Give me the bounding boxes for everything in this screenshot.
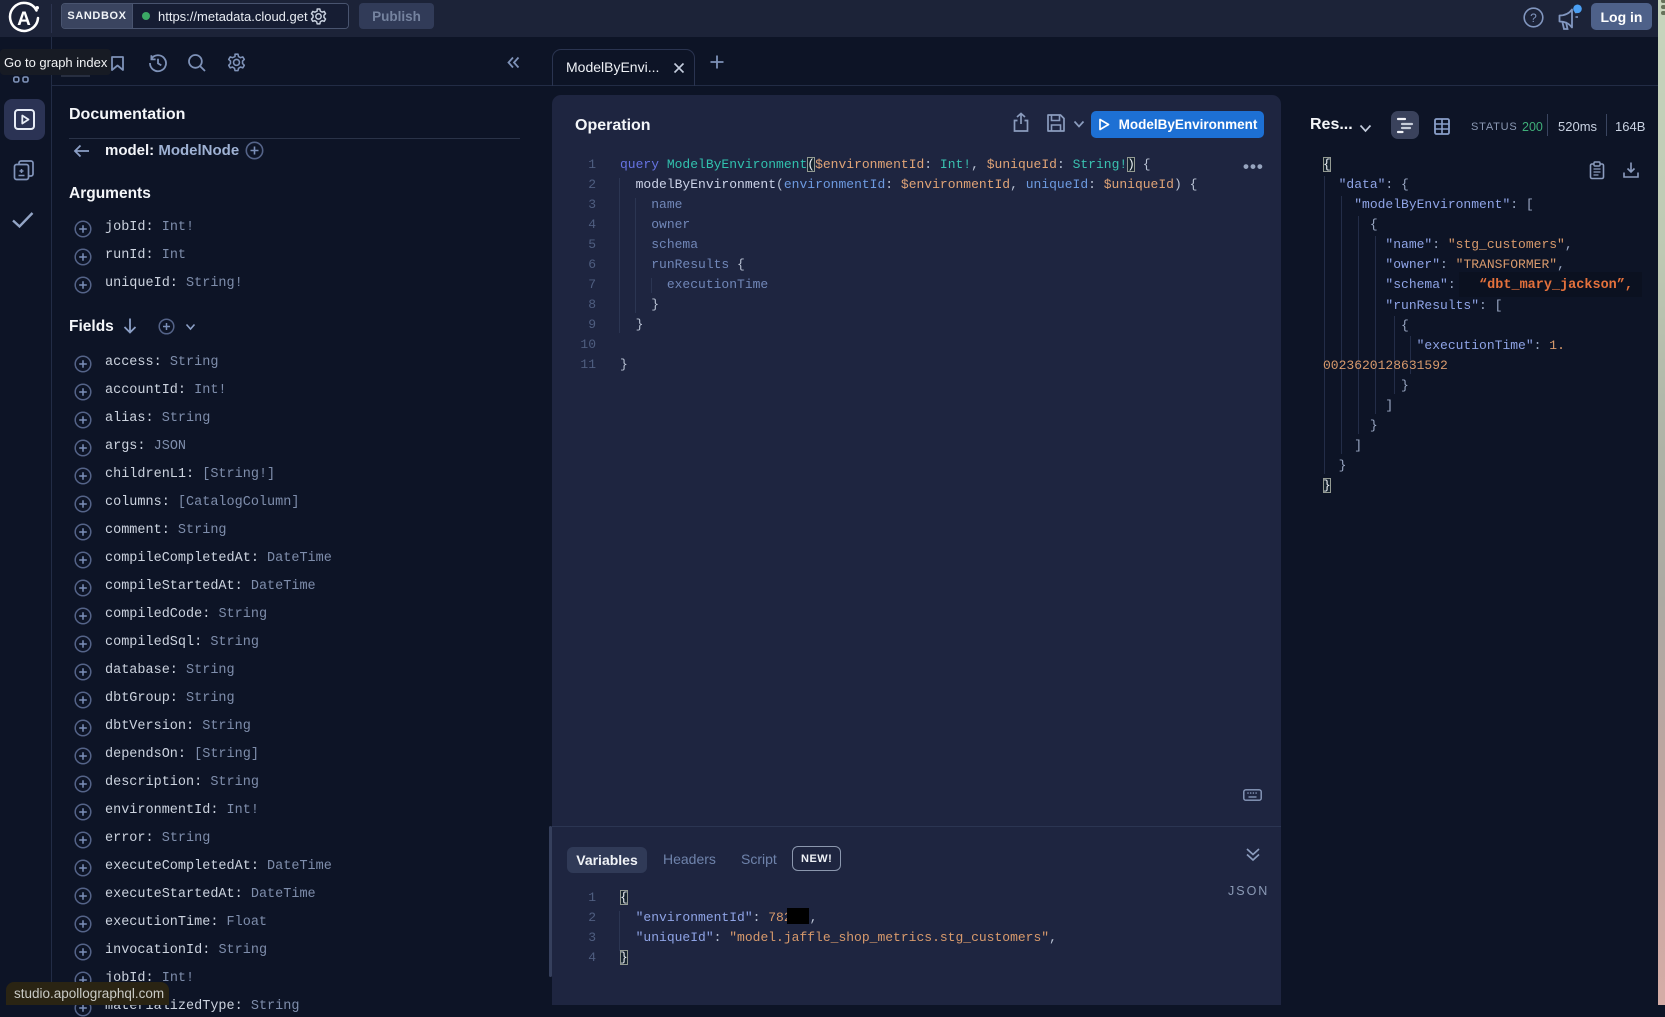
svg-text:A: A (17, 9, 31, 30)
svg-text:?: ? (1530, 11, 1537, 25)
